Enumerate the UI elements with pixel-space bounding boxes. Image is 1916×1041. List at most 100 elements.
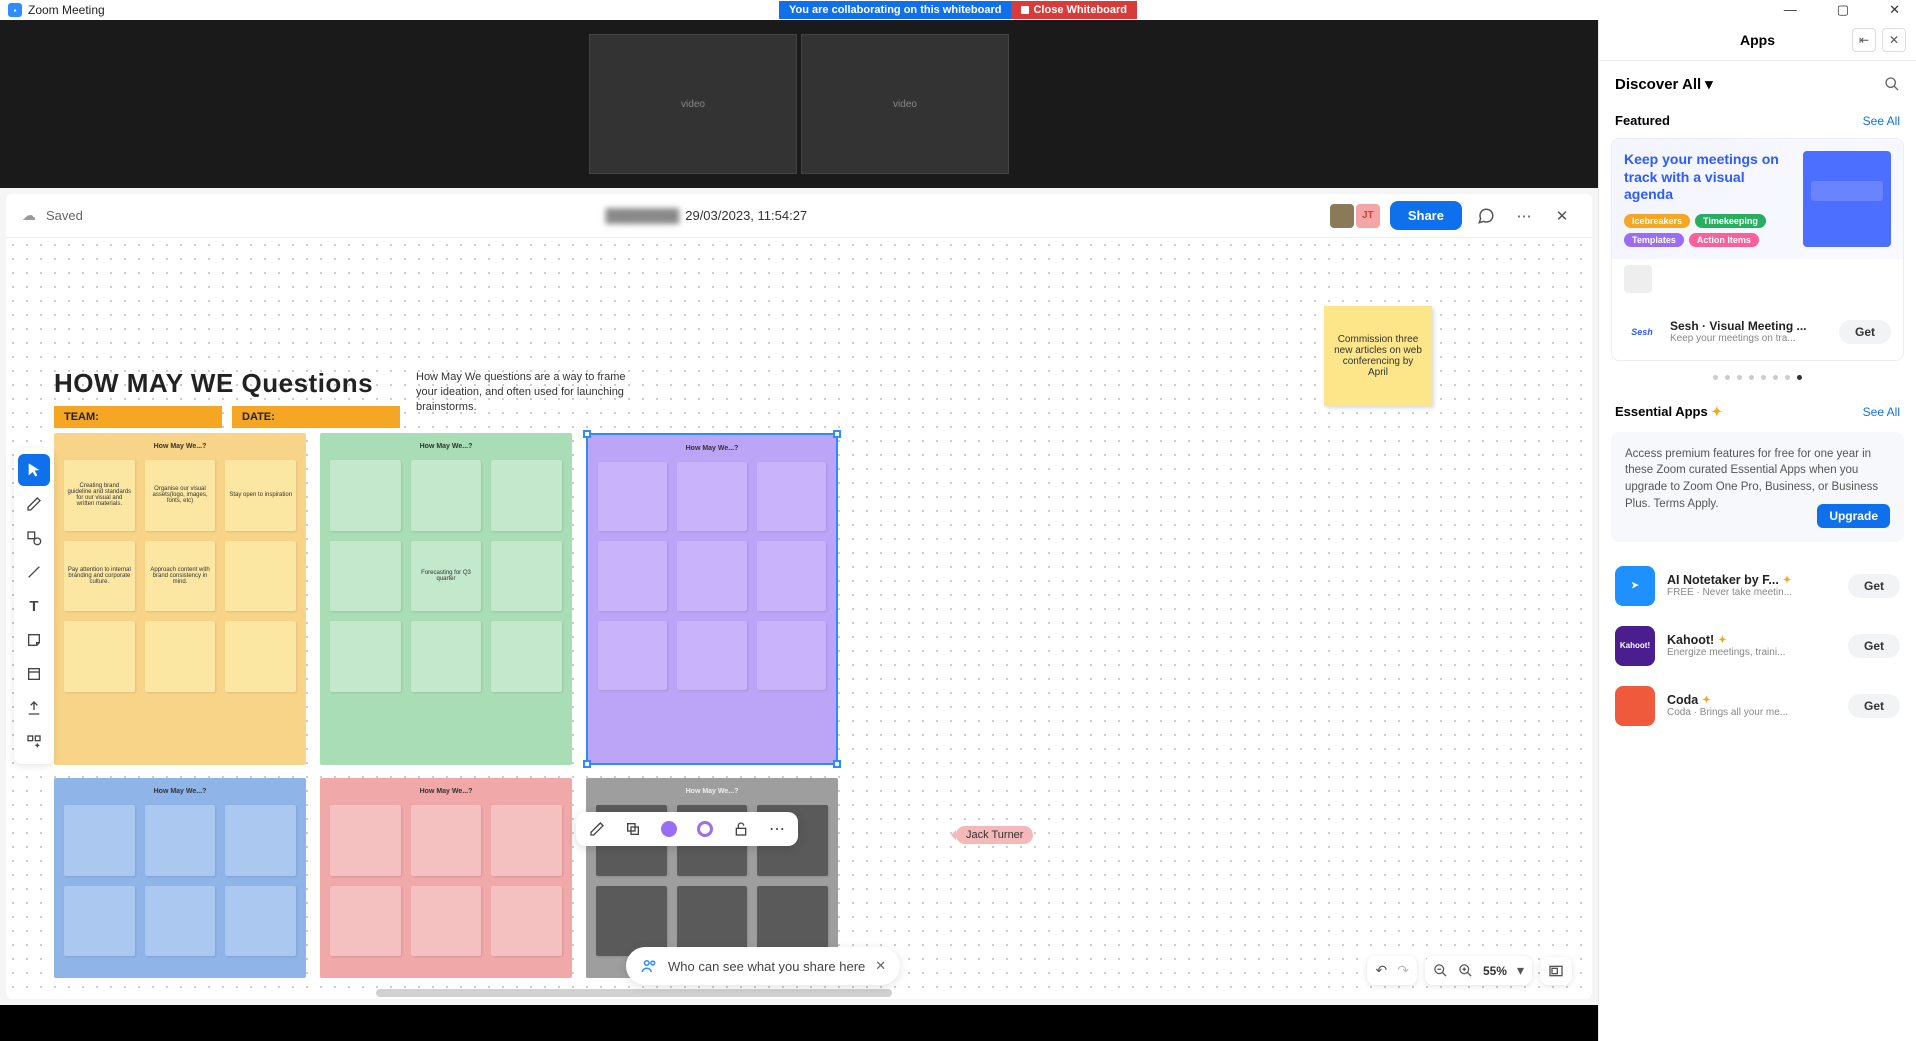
stroke-color-icon[interactable]	[694, 818, 716, 840]
sticky-tool[interactable]	[18, 624, 50, 656]
cell[interactable]	[598, 621, 667, 690]
cell[interactable]	[757, 541, 826, 610]
participant-video-1[interactable]: video	[589, 34, 797, 174]
cell[interactable]	[411, 460, 482, 531]
see-all-featured[interactable]: See All	[1863, 114, 1900, 128]
close-window-button[interactable]: ✕	[1881, 2, 1908, 18]
sticky-commission[interactable]: Commission three new articles on web con…	[1324, 306, 1432, 406]
hmw-description[interactable]: How May We questions are a way to frame …	[416, 370, 636, 415]
panel-purple-selected[interactable]: How May We...?	[586, 433, 838, 765]
cell[interactable]: Pay attention to internal branding and c…	[64, 541, 135, 612]
minimize-button[interactable]: ―	[1776, 2, 1805, 18]
participant-video-2[interactable]: video	[801, 34, 1009, 174]
shapes-tool[interactable]	[18, 522, 50, 554]
cell[interactable]	[64, 621, 135, 692]
cell[interactable]	[677, 541, 746, 610]
close-privacy-icon[interactable]: ✕	[875, 958, 886, 974]
chevron-down-icon[interactable]: ▾	[1517, 962, 1524, 979]
horizontal-scrollbar[interactable]	[376, 989, 892, 997]
cell[interactable]	[757, 621, 826, 690]
date-chip[interactable]: DATE:	[232, 406, 400, 428]
cell[interactable]: Organise our visual assets(logo, images,…	[145, 460, 216, 531]
cell[interactable]	[491, 621, 562, 692]
cell[interactable]: Forecasting for Q3 quarter	[411, 541, 482, 612]
cell[interactable]: Creating brand guideline and standards f…	[64, 460, 135, 531]
cell[interactable]	[330, 621, 401, 692]
cell[interactable]	[677, 886, 748, 957]
cell[interactable]	[225, 886, 296, 957]
zoom-percent[interactable]: 55%	[1483, 964, 1507, 978]
app-row-ai-notetaker[interactable]: ➤ AI Notetaker by F...✦ FREE · Never tak…	[1599, 556, 1916, 616]
minimap-button[interactable]	[1540, 957, 1572, 985]
cell[interactable]	[225, 541, 296, 612]
cell[interactable]: Stay open to inspiration	[225, 460, 296, 531]
popout-icon[interactable]: ⇤	[1852, 28, 1876, 52]
cell[interactable]	[491, 460, 562, 531]
search-icon[interactable]	[1884, 76, 1900, 92]
maximize-button[interactable]: ▢	[1829, 2, 1857, 18]
line-tool[interactable]	[18, 556, 50, 588]
more-tools[interactable]	[18, 726, 50, 758]
close-apps-icon[interactable]: ✕	[1882, 28, 1906, 52]
cell[interactable]	[757, 886, 828, 957]
panel-blue[interactable]: How May We...?	[54, 778, 306, 978]
redo-button[interactable]: ↷	[1397, 962, 1409, 979]
close-whiteboard-x[interactable]: ✕	[1548, 202, 1576, 230]
get-coda-button[interactable]: Get	[1848, 694, 1900, 718]
more-icon[interactable]: ⋯	[1510, 202, 1538, 230]
discover-all-dropdown[interactable]: Discover All ▾	[1615, 75, 1713, 93]
panel-red[interactable]: How May We...?	[320, 778, 572, 978]
undo-button[interactable]: ↶	[1375, 962, 1387, 979]
cell[interactable]	[491, 541, 562, 612]
selection-handle[interactable]	[583, 760, 591, 768]
cell[interactable]	[145, 805, 216, 876]
upgrade-button[interactable]: Upgrade	[1817, 504, 1890, 528]
cell[interactable]	[598, 462, 667, 531]
pen-tool[interactable]	[18, 488, 50, 520]
edit-tool-icon[interactable]	[586, 818, 608, 840]
copy-tool-icon[interactable]	[622, 818, 644, 840]
hmw-title[interactable]: HOW MAY WE Questions	[54, 368, 373, 399]
upload-tool[interactable]	[18, 692, 50, 724]
get-ai-notetaker-button[interactable]: Get	[1848, 574, 1900, 598]
text-tool[interactable]: T	[18, 590, 50, 622]
featured-carousel-dots[interactable]	[1599, 365, 1916, 394]
panel-yellow[interactable]: How May We...? Creating brand guideline …	[54, 433, 306, 765]
selection-handle[interactable]	[583, 430, 591, 438]
cell[interactable]	[757, 462, 826, 531]
cell[interactable]	[330, 460, 401, 531]
cell[interactable]	[411, 805, 482, 876]
zoom-in-icon[interactable]	[1458, 963, 1473, 978]
cell[interactable]	[225, 805, 296, 876]
frame-tool[interactable]	[18, 658, 50, 690]
select-tool[interactable]	[18, 454, 50, 486]
lock-icon[interactable]	[730, 818, 752, 840]
fill-color-icon[interactable]	[658, 818, 680, 840]
cell[interactable]	[491, 886, 562, 957]
selection-handle[interactable]	[833, 430, 841, 438]
cell[interactable]	[145, 886, 216, 957]
share-button[interactable]: Share	[1390, 201, 1462, 230]
cell[interactable]	[598, 541, 667, 610]
document-title[interactable]: ████████ 29/03/2023, 11:54:27	[606, 208, 808, 223]
comments-icon[interactable]	[1472, 202, 1500, 230]
panel-green[interactable]: How May We...? Forecasting for Q3 quarte…	[320, 433, 572, 765]
cell[interactable]	[330, 805, 401, 876]
cell[interactable]	[411, 886, 482, 957]
cell[interactable]	[677, 462, 746, 531]
cell[interactable]	[64, 805, 135, 876]
app-row-coda[interactable]: Coda✦ Coda · Brings all your me... Get	[1599, 676, 1916, 736]
cell[interactable]	[330, 886, 401, 957]
team-chip[interactable]: TEAM:	[54, 406, 222, 428]
get-kahoot-button[interactable]: Get	[1848, 634, 1900, 658]
cell[interactable]	[411, 621, 482, 692]
cell[interactable]	[596, 886, 667, 957]
collaborator-avatars[interactable]: JT	[1330, 204, 1380, 228]
cell[interactable]	[677, 621, 746, 690]
cell[interactable]	[145, 621, 216, 692]
cell[interactable]	[330, 541, 401, 612]
zoom-out-icon[interactable]	[1433, 963, 1448, 978]
selection-handle[interactable]	[833, 760, 841, 768]
privacy-text[interactable]: Who can see what you share here	[668, 959, 865, 974]
cell[interactable]	[225, 621, 296, 692]
